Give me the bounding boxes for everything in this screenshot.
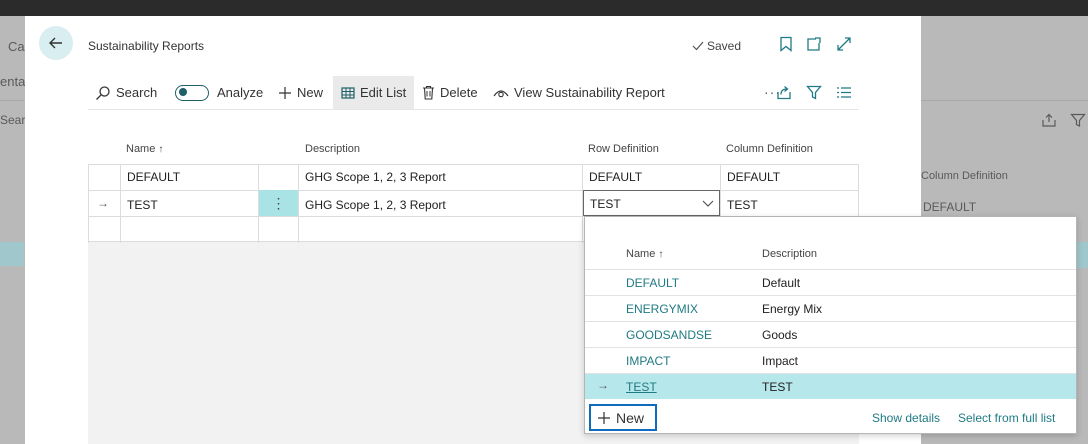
row-actions-menu-button[interactable]: ⋮ [259, 190, 298, 216]
bg-text-2: enta [0, 74, 26, 89]
search-icon [96, 85, 110, 100]
lookup-name-link-selected[interactable]: TEST [626, 380, 657, 394]
edit-list-label: Edit List [360, 85, 407, 100]
view-sustainability-report-button[interactable]: View Sustainability Report [493, 76, 665, 109]
row-name-cell[interactable]: DEFAULT [127, 170, 180, 184]
page-title: Sustainability Reports [88, 39, 205, 53]
column-divider [298, 164, 299, 243]
filter-icon[interactable] [806, 85, 822, 100]
row-column-definition-cell[interactable]: TEST [727, 198, 758, 212]
show-details-link[interactable]: Show details [872, 411, 940, 425]
lookup-description: TEST [762, 380, 793, 394]
lookup-name-link[interactable]: IMPACT [626, 354, 670, 368]
delete-label: Delete [440, 85, 478, 100]
selected-row-arrow-icon: → [597, 378, 609, 392]
lookup-description: Impact [762, 354, 799, 368]
row-definition-value: TEST [590, 197, 621, 211]
bg-selected-row [0, 242, 24, 266]
bg-column-definition-header: Column Definition [921, 170, 1008, 182]
bg-divider [0, 100, 24, 101]
current-row-arrow-icon: → [97, 196, 109, 210]
chevron-down-icon[interactable] [702, 200, 714, 208]
column-header-name[interactable]: Name ↑ [126, 143, 163, 155]
lookup-header-name[interactable]: Name ↑ [626, 248, 663, 260]
bg-share-icon [1042, 113, 1056, 127]
view-report-label: View Sustainability Report [514, 85, 665, 100]
sort-up-icon: ↑ [658, 249, 664, 260]
list-view-icon[interactable] [836, 85, 852, 100]
toggle-switch [175, 84, 209, 101]
bookmark-icon[interactable] [777, 35, 795, 53]
column-header-row-definition[interactable]: Row Definition [588, 143, 659, 155]
open-new-window-icon[interactable] [805, 35, 823, 53]
expand-icon[interactable] [835, 35, 853, 53]
saved-label: Saved [707, 39, 742, 53]
bg-default-cell: DEFAULT [923, 200, 977, 214]
app-top-bar [0, 0, 1088, 16]
arrow-left-icon [49, 37, 62, 49]
plus-icon [279, 86, 291, 99]
lookup-name-link[interactable]: DEFAULT [626, 276, 679, 290]
edit-list-button[interactable]: Edit List [333, 76, 415, 109]
share-icon[interactable] [776, 85, 792, 100]
lookup-description: Energy Mix [762, 302, 823, 316]
row-description-cell[interactable]: GHG Scope 1, 2, 3 Report [305, 198, 446, 212]
column-divider [120, 164, 121, 243]
vertical-dots-icon: ⋮ [271, 194, 286, 211]
lookup-name-link[interactable]: ENERGYMIX [626, 302, 698, 316]
bg-divider-right [921, 100, 1088, 101]
action-bar: Search Analyze New Edit List Delete View… [88, 76, 859, 110]
lookup-row-selected[interactable] [585, 373, 1076, 399]
edit-list-icon [341, 86, 355, 99]
row-column-definition-cell[interactable]: DEFAULT [727, 170, 780, 184]
back-button[interactable] [39, 26, 73, 60]
delete-button[interactable]: Delete [422, 76, 478, 109]
column-header-column-definition[interactable]: Column Definition [726, 143, 813, 155]
row-row-definition-cell[interactable]: DEFAULT [589, 170, 642, 184]
analyze-label: Analyze [217, 85, 264, 100]
lookup-new-button[interactable]: New [589, 404, 657, 431]
sort-up-icon: ↑ [158, 144, 164, 155]
search-label: Search [116, 85, 158, 100]
search-button[interactable]: Search [95, 76, 157, 109]
row-definition-input[interactable]: TEST [583, 190, 720, 216]
plus-icon [598, 411, 610, 424]
row-description-cell[interactable]: GHG Scope 1, 2, 3 Report [305, 170, 446, 184]
trash-icon [423, 85, 434, 100]
eye-icon [493, 89, 509, 97]
saved-status: Saved [692, 39, 741, 53]
checkmark-icon [692, 41, 704, 51]
column-header-description[interactable]: Description [305, 143, 360, 155]
lookup-description: Default [762, 276, 801, 290]
bg-filter-icon [1070, 113, 1086, 127]
lookup-description: Goods [762, 328, 798, 342]
select-from-full-list-link[interactable]: Select from full list [958, 411, 1055, 425]
lookup-header-description[interactable]: Description [762, 248, 817, 260]
lookup-new-label: New [616, 409, 645, 426]
lookup-name-link[interactable]: GOODSANDSE [626, 328, 712, 342]
column-divider [88, 164, 89, 243]
bg-text-1: Ca [8, 39, 25, 54]
row-name-cell[interactable]: TEST [127, 198, 158, 212]
analyze-toggle[interactable]: Analyze [175, 76, 263, 109]
new-label: New [297, 85, 324, 100]
new-button[interactable]: New [278, 76, 323, 109]
